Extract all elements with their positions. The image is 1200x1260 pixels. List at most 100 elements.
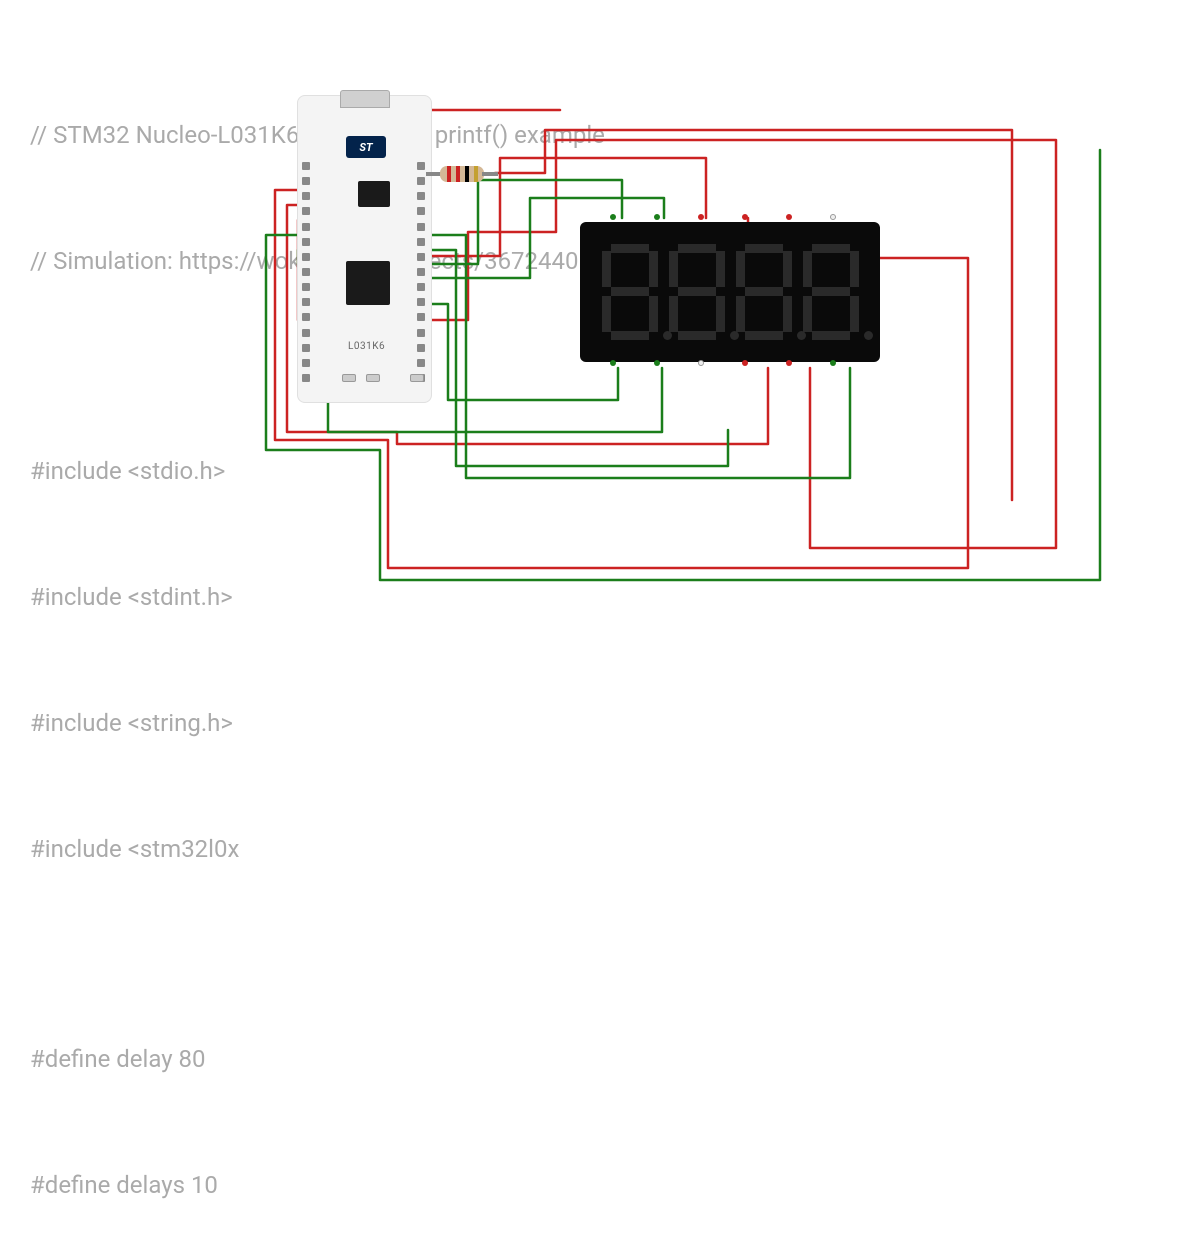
- segment-icon: [669, 296, 678, 332]
- pin[interactable]: [417, 268, 425, 276]
- pin[interactable]: [302, 223, 310, 231]
- pin[interactable]: [302, 344, 310, 352]
- segment-icon: [716, 296, 725, 332]
- pin[interactable]: [417, 177, 425, 185]
- display-pin[interactable]: [786, 360, 792, 366]
- mcu-chip-icon: [346, 261, 390, 305]
- resistor-lead: [482, 172, 498, 176]
- display-pin[interactable]: [610, 360, 616, 366]
- display-pin[interactable]: [742, 214, 748, 220]
- circuit-diagram: ST L031K6: [0, 0, 1200, 630]
- usb-connector-icon: [340, 90, 390, 108]
- resistor-band-icon: [465, 166, 469, 182]
- resistor-body: [440, 166, 484, 182]
- resistor-band-icon: [474, 166, 478, 182]
- pin[interactable]: [417, 207, 425, 215]
- seven-segment-display[interactable]: [580, 222, 880, 362]
- pin[interactable]: [417, 223, 425, 231]
- segment-icon: [736, 296, 745, 332]
- pin[interactable]: [417, 238, 425, 246]
- display-pin[interactable]: [830, 214, 836, 220]
- pin[interactable]: [417, 329, 425, 337]
- pin[interactable]: [417, 192, 425, 200]
- segment-icon: [803, 296, 812, 332]
- display-pin[interactable]: [654, 360, 660, 366]
- nucleo-board[interactable]: ST L031K6: [297, 95, 432, 403]
- segment-icon: [649, 296, 658, 332]
- display-pin[interactable]: [830, 360, 836, 366]
- display-pin[interactable]: [610, 214, 616, 220]
- segment-icon: [611, 244, 649, 253]
- pin[interactable]: [417, 283, 425, 291]
- segment-icon: [716, 251, 725, 287]
- segment-icon: [611, 287, 649, 296]
- segment-icon: [669, 251, 678, 287]
- segment-icon: [736, 251, 745, 287]
- pin[interactable]: [302, 359, 310, 367]
- pin-header-left: [302, 162, 312, 382]
- segment-icon: [678, 287, 716, 296]
- digit: [602, 244, 658, 340]
- segment-icon: [812, 331, 850, 340]
- code-line: #include <string.h>: [30, 702, 727, 744]
- led-indicator-icon: [366, 374, 380, 382]
- pin[interactable]: [302, 374, 310, 382]
- segment-icon: [745, 244, 783, 253]
- segment-icon: [812, 244, 850, 253]
- segment-icon: [803, 251, 812, 287]
- resistor[interactable]: [428, 166, 496, 182]
- resistor-band-icon: [456, 166, 460, 182]
- pin[interactable]: [302, 329, 310, 337]
- pin[interactable]: [302, 253, 310, 261]
- pin[interactable]: [302, 313, 310, 321]
- display-pin[interactable]: [698, 360, 704, 366]
- pin[interactable]: [302, 162, 310, 170]
- display-pin[interactable]: [698, 214, 704, 220]
- segment-icon: [783, 251, 792, 287]
- pin[interactable]: [417, 344, 425, 352]
- digit: [803, 244, 859, 340]
- st-logo-icon: ST: [346, 136, 386, 158]
- segment-icon: [783, 296, 792, 332]
- pin[interactable]: [417, 253, 425, 261]
- pin[interactable]: [417, 359, 425, 367]
- display-pin[interactable]: [742, 360, 748, 366]
- pin[interactable]: [302, 283, 310, 291]
- display-pins-bottom: [610, 360, 836, 366]
- digit: [669, 244, 725, 340]
- pin[interactable]: [302, 298, 310, 306]
- pin[interactable]: [302, 192, 310, 200]
- segment-icon: [745, 331, 783, 340]
- segment-icon: [611, 331, 649, 340]
- decimal-point-icon: [864, 331, 873, 340]
- segment-icon: [602, 251, 611, 287]
- led-indicator-icon: [410, 374, 424, 382]
- pin[interactable]: [302, 207, 310, 215]
- segment-icon: [745, 287, 783, 296]
- segment-icon: [649, 251, 658, 287]
- pin[interactable]: [302, 238, 310, 246]
- pin[interactable]: [417, 298, 425, 306]
- code-line: #define delays 10: [30, 1164, 727, 1206]
- display-pins-top: [610, 214, 836, 220]
- segment-icon: [850, 251, 859, 287]
- pin[interactable]: [417, 162, 425, 170]
- code-line: #include <stm32l0x: [30, 828, 727, 870]
- pin[interactable]: [417, 313, 425, 321]
- digit: [736, 244, 792, 340]
- pin[interactable]: [302, 177, 310, 185]
- resistor-band-icon: [447, 166, 451, 182]
- display-pin[interactable]: [654, 214, 660, 220]
- display-pin[interactable]: [786, 214, 792, 220]
- segment-icon: [850, 296, 859, 332]
- chip-icon: [358, 181, 390, 207]
- segment-icon: [812, 287, 850, 296]
- board-label: L031K6: [348, 341, 385, 352]
- pin[interactable]: [302, 268, 310, 276]
- segment-icon: [602, 296, 611, 332]
- code-line: #define delay 80: [30, 1038, 727, 1080]
- led-indicator-icon: [342, 374, 356, 382]
- segment-icon: [678, 331, 716, 340]
- pin-header-right: [417, 162, 427, 382]
- segment-icon: [678, 244, 716, 253]
